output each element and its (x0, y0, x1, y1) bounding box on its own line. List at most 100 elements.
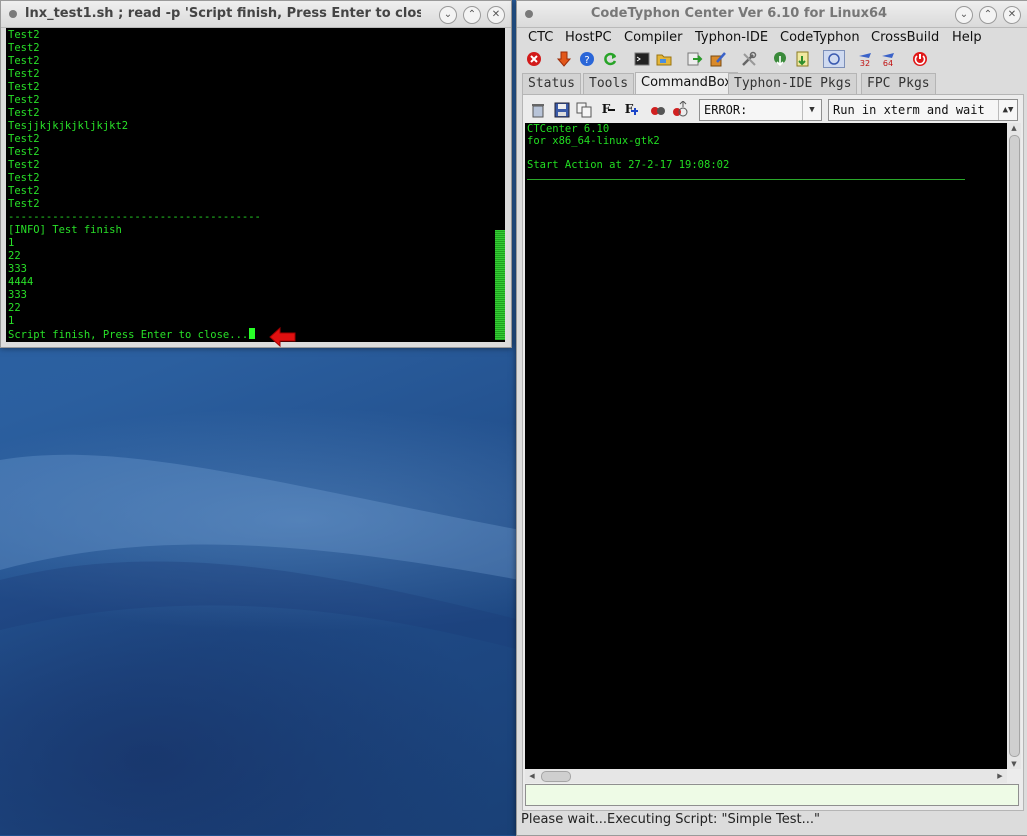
terminal-line: Test2 (8, 133, 261, 146)
terminal-line: Test2 (8, 159, 261, 172)
scroll-down-icon[interactable]: ▼ (1009, 759, 1019, 769)
command-output-lines: CTCenter 6.10 for x86_64-linux-gtk2 Start … (527, 123, 729, 171)
command-input[interactable] (525, 784, 1019, 806)
tab-typhon-ide-pkgs[interactable]: Typhon-IDE Pkgs (728, 73, 858, 94)
close-button[interactable]: ✕ (487, 6, 505, 24)
terminal-line-text: Test2 (8, 81, 40, 93)
filter-select[interactable]: ERROR: ▼ (699, 99, 822, 121)
terminal-line-text: Test2 (8, 133, 40, 145)
export-icon[interactable] (685, 50, 703, 68)
vertical-scrollbar[interactable]: ▲ ▼ (1007, 123, 1021, 769)
terminal-scrollbar[interactable] (494, 28, 505, 342)
terminal-line: 1 (8, 237, 261, 250)
tab-tools[interactable]: Tools (583, 73, 635, 94)
edit-brush-icon[interactable] (709, 50, 727, 68)
terminal-title: lnx_test1.sh ; read -p 'Script finish, P… (25, 6, 421, 21)
find-next-icon[interactable] (671, 101, 689, 119)
spin-arrows-icon[interactable]: ▲▼ (998, 100, 1017, 120)
maximize-button[interactable]: ⌃ (463, 6, 481, 24)
window-menu-icon[interactable] (9, 10, 17, 18)
terminal-line: 22 (8, 250, 261, 263)
terminal-line-text: Test2 (8, 185, 40, 197)
install-package-icon[interactable] (794, 50, 812, 68)
build-64bit-icon[interactable]: 64 (879, 50, 897, 68)
terminal-line-text: Test2 (8, 68, 40, 80)
power-off-icon[interactable] (911, 50, 929, 68)
terminal-line: 4444 (8, 276, 261, 289)
tools-icon[interactable] (740, 50, 758, 68)
scroll-right-icon[interactable]: ▶ (995, 771, 1005, 781)
tab-commandbox[interactable]: CommandBox (635, 72, 738, 95)
horizontal-scrollbar[interactable]: ◀ ▶ (525, 769, 1007, 783)
red-arrow-icon (269, 326, 296, 348)
menu-crossbuild[interactable]: CrossBuild (871, 30, 939, 45)
menu-compiler[interactable]: Compiler (624, 30, 683, 45)
terminal-line: 333 (8, 263, 261, 276)
terminal-scrollbar-thumb[interactable] (495, 230, 505, 340)
folder-icon[interactable] (655, 50, 673, 68)
network-download-icon[interactable] (771, 50, 789, 68)
help-icon[interactable]: ? (578, 50, 596, 68)
maximize-button[interactable]: ⌃ (979, 6, 997, 24)
vertical-scrollbar-thumb[interactable] (1009, 135, 1020, 757)
terminal-cursor (249, 328, 256, 339)
refresh-icon[interactable] (601, 50, 619, 68)
clear-icon[interactable] (529, 101, 547, 119)
terminal-line-text: Test2 (8, 107, 40, 119)
terminal-line-text: ---------------------------------------- (8, 211, 261, 223)
terminal-line: ---------------------------------------- (8, 211, 261, 224)
tab-status[interactable]: Status (522, 73, 581, 94)
terminal-line-text: 333 (8, 263, 27, 275)
command-output[interactable]: CTCenter 6.10 for x86_64-linux-gtk2 Start … (525, 123, 1007, 769)
chevron-down-icon[interactable]: ▼ (802, 100, 821, 120)
terminal-line-text: 22 (8, 302, 21, 314)
run-mode-select[interactable]: Run in xterm and wait ▲▼ (828, 99, 1018, 121)
copy-icon[interactable] (575, 101, 593, 119)
save-icon[interactable] (553, 101, 571, 119)
scroll-up-icon[interactable]: ▲ (1009, 123, 1019, 133)
menu-codetyphon[interactable]: CodeTyphon (780, 30, 860, 45)
window-menu-icon[interactable] (525, 10, 533, 18)
build-32bit-icon[interactable]: 32 (856, 50, 874, 68)
output-line (527, 147, 729, 159)
find-icon[interactable] (649, 101, 667, 119)
menu-help[interactable]: Help (952, 30, 982, 45)
terminal-line-text: Test2 (8, 42, 40, 54)
minimize-button[interactable]: ⌄ (439, 6, 457, 24)
terminal-line: Test2 (8, 198, 261, 211)
font-decrease-button[interactable]: F (597, 101, 615, 119)
terminal-line: Test2 (8, 81, 261, 94)
codetyphon-titlebar[interactable]: CodeTyphon Center Ver 6.10 for Linux64 ⌄… (517, 1, 1027, 28)
menu-ctc[interactable]: CTC (528, 30, 553, 45)
menu-typhon-ide[interactable]: Typhon-IDE (695, 30, 768, 45)
terminal-line: 1 (8, 315, 261, 328)
terminal-line-text: [INFO] Test finish (8, 224, 122, 236)
wallpaper-wave (0, 454, 520, 650)
terminal-line-text: Test2 (8, 55, 40, 67)
svg-text:?: ? (584, 55, 589, 66)
codetyphon-window[interactable]: CodeTyphon Center Ver 6.10 for Linux64 ⌄… (516, 0, 1027, 836)
output-line: Start Action at 27-2-17 19:08:02 (527, 159, 730, 171)
active-toggle-icon[interactable] (823, 50, 845, 68)
font-increase-button[interactable]: F (620, 101, 638, 119)
terminal-icon[interactable] (633, 50, 651, 68)
svg-text:32: 32 (860, 59, 870, 68)
terminal-window[interactable]: lnx_test1.sh ; read -p 'Script finish, P… (0, 0, 512, 348)
download-arrow-icon[interactable] (555, 50, 573, 68)
terminal-line-text: 4444 (8, 276, 34, 288)
svg-text:64: 64 (883, 59, 893, 68)
terminal-titlebar[interactable]: lnx_test1.sh ; read -p 'Script finish, P… (1, 1, 511, 28)
minimize-button[interactable]: ⌄ (955, 6, 973, 24)
menu-hostpc[interactable]: HostPC (565, 30, 612, 45)
terminal-line-text: Test2 (8, 29, 40, 41)
stop-icon[interactable] (525, 50, 543, 68)
terminal-output[interactable]: Test2 Test2 Test2 Test2 Test2 Test2 Test2 Tesjj… (6, 28, 505, 342)
tab-fpc-pkgs[interactable]: FPC Pkgs (861, 73, 936, 94)
tab-bar: Status Tools CommandBox Typhon-IDE Pkgs … (522, 72, 1027, 95)
close-button[interactable]: ✕ (1003, 6, 1021, 24)
terminal-line-text: 333 (8, 289, 27, 301)
horizontal-scrollbar-thumb[interactable] (541, 771, 571, 782)
terminal-line-text: Script finish, Press Enter to close... (8, 329, 249, 341)
scroll-left-icon[interactable]: ◀ (527, 771, 537, 781)
filter-select-value: ERROR: (704, 103, 748, 117)
